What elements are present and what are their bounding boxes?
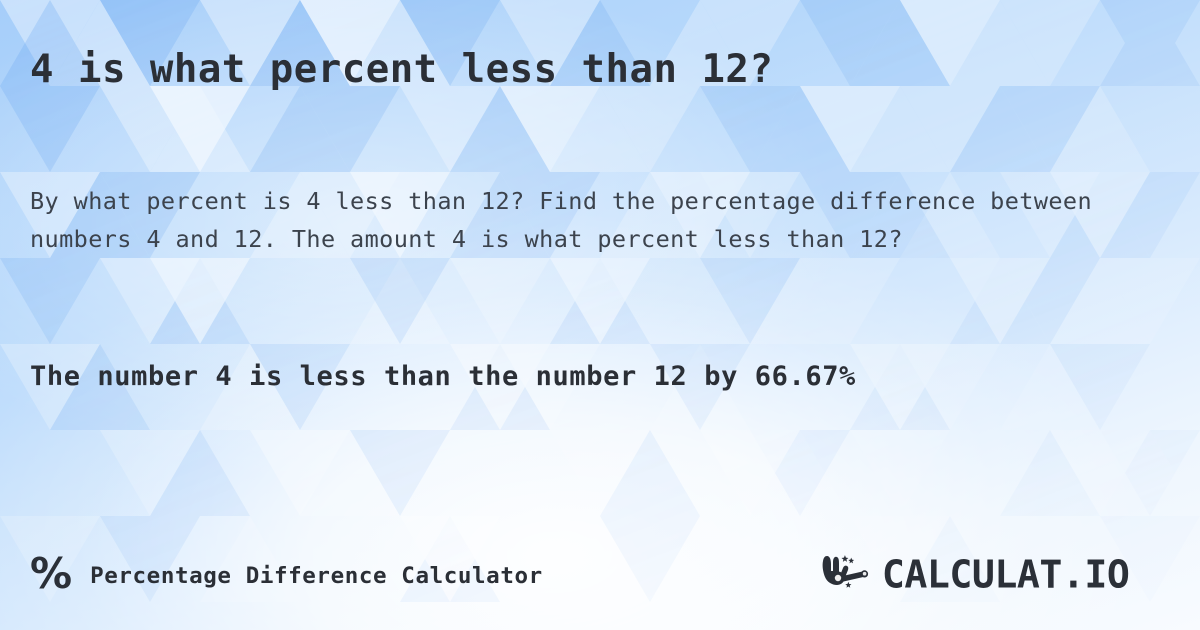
hand-magic-wand-icon: [822, 555, 869, 588]
question-description: By what percent is 4 less than 12? Find …: [30, 187, 1093, 253]
logo-text-node: CALCULAT.IO: [882, 555, 1130, 597]
percent-icon: %: [30, 549, 73, 598]
page-title: 4 is what percent less than 12?: [30, 47, 774, 92]
card-content: 4 is what percent less than 12? By what …: [0, 0, 1200, 630]
share-card: 4 is what percent less than 12? By what …: [0, 0, 1200, 630]
site-logo[interactable]: CALCULAT.IO: [818, 553, 1170, 599]
brand-left: % Percentage Difference Calculator: [30, 553, 543, 595]
footer: % Percentage Difference Calculator CALCU…: [30, 548, 1170, 604]
calculator-name: Percentage Difference Calculator: [90, 563, 543, 589]
calculatio-wordmark: CALCULAT.IO: [882, 555, 1130, 597]
logo-wordmark: CALCULAT.IO: [880, 555, 1170, 597]
result-statement: The number 4 is less than the number 12 …: [30, 361, 856, 392]
